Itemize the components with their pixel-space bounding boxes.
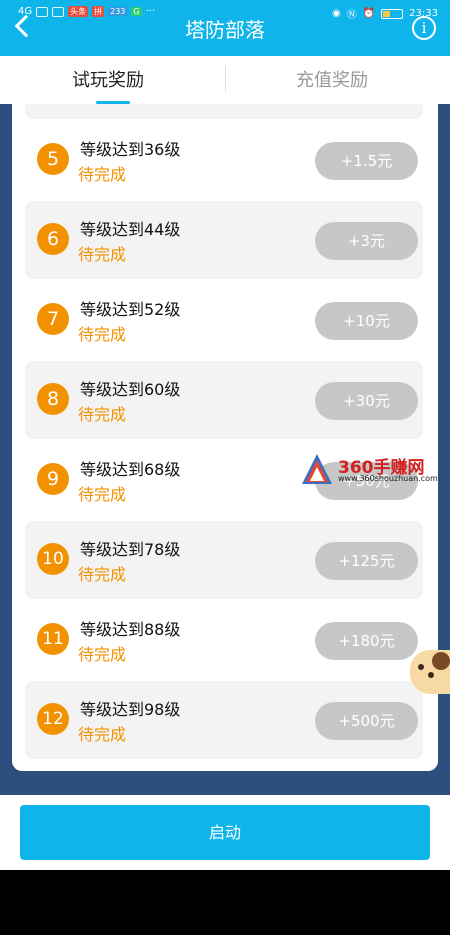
task-status: 待完成 [78, 645, 127, 664]
start-button[interactable]: 启动 [20, 805, 430, 860]
watermark-url: www.360shouzhuan.com [338, 474, 438, 483]
tab-bar: 试玩奖励 充值奖励 [0, 56, 450, 104]
app-screen: 4G 头条 拼 233 G ··· ◉ Ⓝ ⏰ 23:33 塔防部落 i 试玩奖… [0, 0, 450, 935]
task-status: 待完成 [78, 245, 127, 264]
task-status: 待完成 [78, 405, 127, 424]
task-status: 待完成 [78, 325, 127, 344]
reward-button[interactable]: +30元 [315, 382, 418, 420]
tab-divider [225, 66, 226, 92]
task-title: 等级达到36级 [80, 140, 181, 159]
info-icon[interactable]: i [412, 16, 436, 40]
task-number-badge: 9 [37, 463, 69, 495]
list-item: 10 等级达到78级 待完成 +125元 [25, 521, 423, 599]
task-number-badge: 7 [37, 303, 69, 335]
watermark: 360手赚网 www.360shouzhuan.com [300, 450, 450, 492]
list-item: 5 等级达到36级 待完成 +1.5元 [25, 121, 423, 199]
list-item: 11 等级达到88级 待完成 +180元 [25, 601, 423, 679]
watermark-logo-icon [302, 454, 332, 484]
list-item: 12 等级达到98级 待完成 +500元 [25, 681, 423, 759]
tab-trial-rewards[interactable]: 试玩奖励 [72, 66, 144, 92]
task-title: 等级达到52级 [80, 300, 181, 319]
task-number-badge: 10 [37, 543, 69, 575]
task-title: 等级达到98级 [80, 700, 181, 719]
reward-button[interactable]: +180元 [315, 622, 418, 660]
task-status: 待完成 [78, 165, 127, 184]
task-status: 待完成 [78, 725, 127, 744]
task-status: 待完成 [78, 485, 127, 504]
reward-button[interactable]: +500元 [315, 702, 418, 740]
tab-recharge-rewards[interactable]: 充值奖励 [296, 66, 368, 92]
reward-button[interactable]: +1.5元 [315, 142, 418, 180]
task-title: 等级达到68级 [80, 460, 181, 479]
floating-mascot-icon[interactable] [410, 650, 450, 694]
mascot-eye [428, 672, 434, 678]
task-number-badge: 11 [37, 623, 69, 655]
page-title: 塔防部落 [185, 18, 265, 42]
list-item-partial [25, 104, 423, 119]
task-number-badge: 6 [37, 223, 69, 255]
reward-button[interactable]: +3元 [315, 222, 418, 260]
list-item: 7 等级达到52级 待完成 +10元 [25, 281, 423, 359]
task-title: 等级达到78级 [80, 540, 181, 559]
task-status: 待完成 [78, 565, 127, 584]
mascot-eye [418, 664, 424, 670]
mascot-ear [432, 652, 450, 670]
app-header: 4G 头条 拼 233 G ··· ◉ Ⓝ ⏰ 23:33 塔防部落 i [0, 0, 450, 56]
list-item: 8 等级达到60级 待完成 +30元 [25, 361, 423, 439]
task-number-badge: 5 [37, 143, 69, 175]
reward-button[interactable]: +10元 [315, 302, 418, 340]
system-nav-bar [0, 870, 450, 935]
bottom-bar: 启动 [0, 795, 450, 870]
reward-list-card: 5 等级达到36级 待完成 +1.5元 6 等级达到44级 待完成 +3元 7 … [12, 104, 438, 771]
task-number-badge: 12 [37, 703, 69, 735]
list-item: 6 等级达到44级 待完成 +3元 [25, 201, 423, 279]
task-title: 等级达到60级 [80, 380, 181, 399]
task-title: 等级达到44级 [80, 220, 181, 239]
task-title: 等级达到88级 [80, 620, 181, 639]
task-number-badge: 8 [37, 383, 69, 415]
reward-button[interactable]: +125元 [315, 542, 418, 580]
